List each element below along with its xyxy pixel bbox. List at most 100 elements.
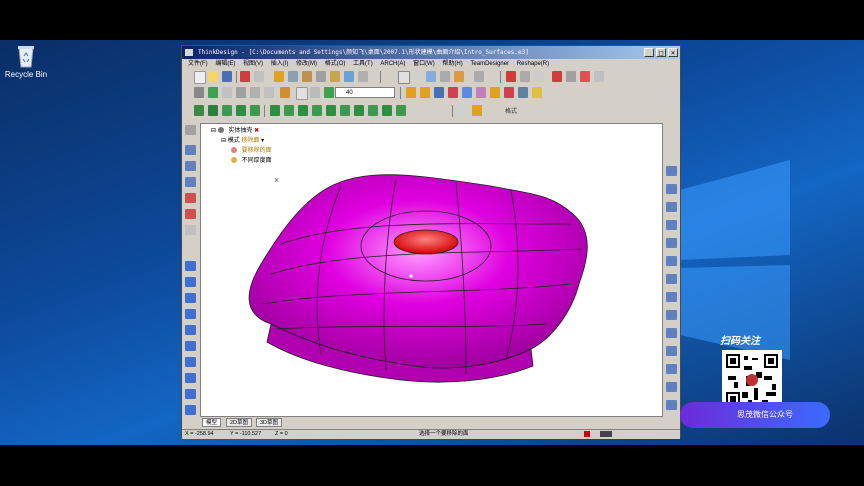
ruled-surface-icon[interactable] (185, 293, 196, 303)
view-bottom-icon[interactable] (666, 238, 677, 248)
wireframe-icon[interactable] (666, 328, 677, 338)
net-surface-icon[interactable] (185, 341, 196, 351)
qr-code-icon[interactable] (722, 350, 782, 410)
untrim-icon[interactable] (185, 405, 196, 415)
split-icon[interactable] (340, 105, 350, 116)
blend-surface-icon[interactable] (185, 309, 196, 319)
chamfer-icon[interactable] (284, 105, 294, 116)
render-icon[interactable] (504, 87, 514, 98)
note-icon[interactable] (472, 105, 482, 116)
arc-icon[interactable] (185, 177, 196, 187)
palette-icon[interactable] (296, 87, 308, 100)
open-icon[interactable] (406, 87, 416, 98)
arrow-select-icon[interactable] (398, 71, 410, 84)
tab-3d-sketch[interactable]: 3D草图 (256, 418, 283, 427)
curvature-icon[interactable] (666, 400, 677, 410)
hide-icon[interactable] (566, 71, 576, 82)
cut-icon[interactable] (520, 71, 530, 82)
disk-icon[interactable] (434, 87, 444, 98)
pan-icon[interactable] (440, 71, 450, 82)
menu-file[interactable]: 文件(F) (188, 59, 208, 70)
properties-icon[interactable] (316, 71, 326, 82)
zoom-icon[interactable] (426, 71, 436, 82)
delete-icon[interactable] (506, 71, 516, 82)
layers-icon[interactable] (330, 71, 340, 82)
shaded-icon[interactable] (666, 364, 677, 374)
light-icon[interactable] (490, 87, 500, 98)
menu-reshape[interactable]: Reshape(R) (517, 59, 549, 70)
cancel-icon[interactable] (552, 71, 562, 82)
thicken-icon[interactable] (368, 105, 378, 116)
view-left-icon[interactable] (666, 292, 677, 302)
hatch-icon[interactable] (264, 87, 274, 98)
save-icon[interactable] (222, 71, 232, 82)
join-icon[interactable] (185, 389, 196, 399)
model-viewport[interactable]: ⊟ 实体抽壳 ✖ ⊟ 模式 移除面 ▾ 要移除的面 不同厚度面 × (200, 123, 663, 417)
view-top-icon[interactable] (666, 184, 677, 194)
menu-edit[interactable]: 编辑(E) (215, 59, 235, 70)
line-width-icon[interactable] (236, 87, 246, 98)
section-icon[interactable] (666, 310, 677, 320)
loft-icon[interactable] (250, 105, 260, 116)
view-right-icon[interactable] (666, 274, 677, 284)
menu-modify[interactable]: 修改(M) (296, 59, 317, 70)
open-folder-icon[interactable] (208, 71, 218, 82)
sweep-icon[interactable] (236, 105, 246, 116)
texture-icon[interactable] (476, 87, 486, 98)
undo-icon[interactable] (240, 71, 250, 82)
revolve-icon[interactable] (222, 105, 232, 116)
color-fill-icon[interactable] (448, 87, 458, 98)
analysis-icon[interactable] (666, 382, 677, 392)
rotate-view-icon[interactable] (412, 71, 422, 82)
surface-icon[interactable] (185, 261, 196, 271)
tab-2d-sketch[interactable]: 2D草图 (226, 418, 253, 427)
spline-icon[interactable] (185, 225, 196, 235)
attribute-icon[interactable] (310, 87, 320, 98)
selected-face[interactable] (393, 229, 459, 255)
display-icon[interactable] (474, 71, 484, 82)
menu-teamdesigner[interactable]: TeamDesigner (470, 59, 509, 70)
menu-help[interactable]: 帮助(H) (442, 59, 462, 70)
close-button[interactable]: × (668, 48, 678, 57)
menu-view[interactable]: 视图(V) (243, 59, 263, 70)
snap-icon[interactable] (594, 71, 604, 82)
pencil-icon[interactable] (532, 87, 542, 98)
thinkdesign-window[interactable]: ThinkDesign - [C:\Documents and Settings… (181, 45, 681, 439)
measure-icon[interactable] (302, 71, 312, 82)
boolean-icon[interactable] (326, 105, 336, 116)
window-icon[interactable] (344, 71, 354, 82)
symbol-icon[interactable] (250, 87, 260, 98)
camera-icon[interactable] (518, 87, 528, 98)
draft-icon[interactable] (312, 105, 322, 116)
new-file-icon[interactable] (194, 71, 206, 84)
solid-box-icon[interactable] (274, 71, 284, 82)
menu-tools[interactable]: 工具(T) (353, 59, 373, 70)
line-icon[interactable] (185, 145, 196, 155)
menu-window[interactable]: 窗口(W) (413, 59, 435, 70)
folder-icon[interactable] (420, 87, 430, 98)
view-back-icon[interactable] (666, 256, 677, 266)
title-bar[interactable]: ThinkDesign - [C:\Documents and Settings… (182, 46, 680, 59)
point-icon[interactable] (185, 193, 196, 203)
extrude-icon[interactable] (208, 105, 218, 116)
menu-arch[interactable]: ARCH(A) (380, 59, 405, 70)
line-style-icon[interactable] (222, 87, 232, 98)
copy-icon[interactable] (534, 71, 544, 82)
minimize-button[interactable]: _ (644, 48, 654, 57)
offset-icon[interactable] (354, 105, 364, 116)
color-icon[interactable] (280, 87, 290, 98)
layer-combo[interactable]: 40 (335, 87, 395, 98)
shade-icon[interactable] (454, 71, 464, 82)
shell-icon[interactable] (298, 105, 308, 116)
filter-icon[interactable] (580, 71, 590, 82)
layer-icon[interactable] (324, 87, 334, 98)
grid-icon[interactable] (358, 71, 368, 82)
surface-model[interactable] (201, 124, 663, 417)
view-iso-icon[interactable] (666, 220, 677, 230)
material-icon[interactable] (462, 87, 472, 98)
redo-icon[interactable] (254, 71, 264, 82)
recycle-bin[interactable]: Recycle Bin (4, 44, 48, 79)
view-front-icon[interactable] (666, 166, 677, 176)
select-icon[interactable] (288, 71, 298, 82)
drag-icon[interactable] (194, 87, 204, 98)
